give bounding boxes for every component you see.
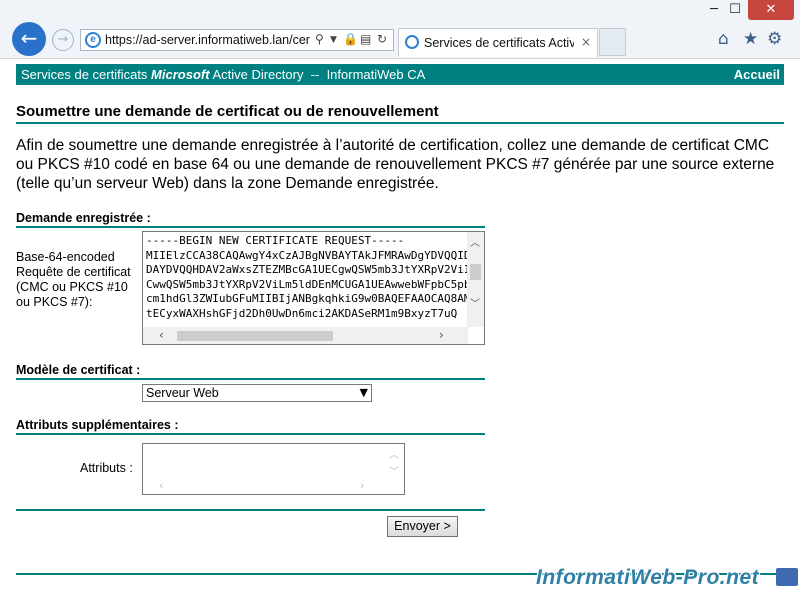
new-tab-button[interactable] — [599, 28, 626, 56]
lock-icon[interactable]: 🔒 — [343, 32, 358, 46]
attributes-heading: Attributs supplémentaires : — [16, 418, 179, 432]
template-divider — [16, 378, 485, 380]
scroll-thumb[interactable] — [470, 264, 481, 280]
page-title: Soumettre une demande de certificat ou d… — [16, 103, 439, 120]
scroll-right-icon[interactable]: › — [360, 479, 364, 492]
close-window-button[interactable]: ✕ — [748, 0, 794, 20]
settings-gear-icon[interactable]: ⚙ — [767, 29, 782, 49]
scroll-down-icon[interactable]: ﹀ — [389, 463, 399, 478]
watermark-logo-icon — [776, 568, 798, 586]
dropdown-icon[interactable]: ▼ — [330, 35, 337, 45]
forward-button[interactable]: → — [52, 29, 74, 51]
saved-request-heading: Demande enregistrée : — [16, 211, 151, 225]
arrow-right-icon: → — [57, 32, 69, 47]
ie-logo-icon: e — [85, 32, 101, 48]
scroll-thumb[interactable] — [177, 331, 333, 341]
saved-request-divider — [16, 226, 485, 228]
header-brand: Microsoft — [151, 67, 210, 82]
scroll-left-icon[interactable]: ‹ — [159, 328, 164, 342]
favorites-star-icon[interactable]: ★ — [743, 29, 758, 49]
tab-certificate-services[interactable]: Services de certificats Activ... × — [398, 28, 598, 57]
back-button[interactable]: ← — [12, 22, 46, 56]
horizontal-scrollbar[interactable]: ‹ › — [143, 327, 468, 344]
compatibility-icon[interactable]: ▤ — [360, 32, 371, 46]
attributes-textarea[interactable]: ︿ ﹀ ‹ › — [142, 443, 405, 495]
ie-favicon-icon — [405, 35, 419, 49]
template-selected-value: Serveur Web — [146, 386, 219, 400]
header-band: Services de certificats Microsoft Active… — [16, 64, 784, 85]
saved-request-textarea[interactable]: -----BEGIN NEW CERTIFICATE REQUEST----- … — [142, 231, 485, 345]
intro-paragraph: Afin de soumettre une demande enregistré… — [16, 137, 775, 192]
search-icon[interactable]: ⚲ — [315, 32, 324, 46]
saved-request-text[interactable]: -----BEGIN NEW CERTIFICATE REQUEST----- … — [146, 234, 468, 326]
template-heading: Modèle de certificat : — [16, 363, 141, 377]
home-icon[interactable]: ⌂ — [718, 29, 729, 49]
watermark-text: InformatiWeb-Pro.net — [536, 566, 760, 589]
template-select[interactable]: Serveur Web ▼ — [142, 384, 372, 402]
header-prefix: Services de certificats — [21, 67, 152, 82]
actions-divider — [16, 509, 485, 511]
saved-request-label: Base-64-encoded Requête de certificat (C… — [16, 250, 131, 309]
refresh-icon[interactable]: ↻ — [377, 32, 387, 46]
submit-button[interactable]: Envoyer > — [387, 516, 458, 537]
attributes-divider — [16, 433, 485, 435]
scroll-left-icon[interactable]: ‹ — [159, 479, 163, 492]
scroll-down-icon[interactable]: ﹀ — [470, 295, 480, 310]
maximize-button[interactable]: ☐ — [722, 0, 748, 20]
vertical-scrollbar[interactable]: ︿ ﹀ — [467, 232, 484, 327]
scroll-right-icon[interactable]: › — [439, 328, 444, 342]
home-link[interactable]: Accueil — [734, 67, 780, 82]
tab-close-icon[interactable]: × — [581, 35, 591, 49]
scroll-up-icon[interactable]: ︿ — [470, 234, 480, 249]
attributes-label: Attributs : — [80, 461, 133, 475]
tab-title: Services de certificats Activ... — [424, 36, 574, 50]
arrow-left-icon: ← — [20, 26, 38, 50]
url-text[interactable]: https://ad-server.informatiweb.lan/cer — [105, 33, 313, 47]
header-title: Services de certificats Microsoft Active… — [21, 67, 425, 82]
title-divider — [16, 122, 784, 124]
address-bar[interactable]: e https://ad-server.informatiweb.lan/cer… — [80, 29, 394, 51]
header-suffix: Active Directory -- InformatiWeb CA — [209, 67, 426, 82]
scroll-up-icon[interactable]: ︿ — [389, 446, 399, 461]
browser-chrome: ─ ☐ ✕ ← → e https://ad-server.informatiw… — [0, 0, 800, 59]
chevron-down-icon: ▼ — [359, 386, 368, 399]
